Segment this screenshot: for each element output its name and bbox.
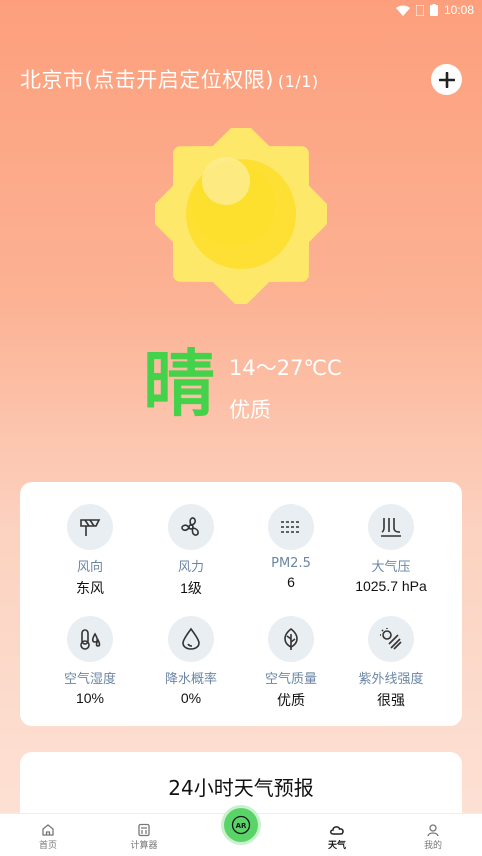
detail-label: 降水概率 xyxy=(164,672,217,687)
detail-label: 风向 xyxy=(76,560,103,575)
detail-value: 1025.7 hPa xyxy=(355,578,427,594)
status-bar: 10:08 xyxy=(0,0,482,22)
detail-label: 空气湿度 xyxy=(63,672,116,687)
location-count: (1/1) xyxy=(277,72,319,91)
detail-pm25: PM2.5 6 xyxy=(236,504,346,590)
detail-label: PM2.5 xyxy=(271,556,311,571)
plus-icon xyxy=(438,71,455,88)
home-icon xyxy=(42,824,54,836)
location-title[interactable]: 北京市(点击开启定位权限) (1/1) xyxy=(20,64,319,94)
detail-label: 风力 xyxy=(177,560,204,575)
tab-weather[interactable]: 天气 xyxy=(307,822,367,851)
leaf-icon xyxy=(268,616,314,662)
haze-icon xyxy=(268,504,314,550)
ar-button[interactable]: AR xyxy=(224,808,258,842)
tab-label: 天气 xyxy=(327,841,346,851)
calculator-icon xyxy=(138,823,150,837)
detail-precipitation: 降水概率 0% xyxy=(136,616,246,706)
detail-value: 10% xyxy=(75,690,105,706)
air-quality-summary: 优质 xyxy=(229,398,271,422)
detail-label: 空气质量 xyxy=(264,672,317,687)
detail-label: 紫外线强度 xyxy=(358,672,424,687)
uv-icon xyxy=(368,616,414,662)
signal-icon xyxy=(415,4,424,16)
detail-value: 优质 xyxy=(277,692,305,708)
detail-uv: 紫外线强度 很强 xyxy=(336,616,446,710)
detail-pressure: 大气压 1025.7 hPa xyxy=(336,504,446,594)
sun-icon xyxy=(155,128,327,304)
location-label: 北京市(点击开启定位权限) xyxy=(20,68,274,92)
add-city-button[interactable] xyxy=(431,64,462,95)
user-icon xyxy=(427,824,439,837)
cloud-icon xyxy=(330,826,344,835)
droplet-icon xyxy=(168,616,214,662)
wind-direction-icon xyxy=(67,504,113,550)
detail-wind-direction: 风向 东风 xyxy=(35,504,145,598)
detail-value: 0% xyxy=(180,690,202,706)
battery-icon xyxy=(429,4,438,16)
detail-label: 大气压 xyxy=(371,560,411,575)
tab-mine[interactable]: 我的 xyxy=(403,822,463,851)
weather-details-card: 风向 东风 风力 1级 PM2.5 6 大气压 1025.7 hPa 空气湿度 … xyxy=(20,482,462,726)
detail-humidity: 空气湿度 10% xyxy=(35,616,145,706)
tab-label: 我的 xyxy=(423,841,442,851)
detail-value: 很强 xyxy=(377,692,405,708)
tab-home[interactable]: 首页 xyxy=(18,822,78,851)
wifi-icon xyxy=(395,5,410,16)
detail-value: 1级 xyxy=(180,580,202,596)
temperature-range: 14～27℃C xyxy=(229,356,342,380)
detail-value: 东风 xyxy=(76,580,104,596)
detail-value: 6 xyxy=(287,574,295,590)
status-time: 10:08 xyxy=(443,3,474,17)
tab-calculator[interactable]: 计算器 xyxy=(114,822,174,851)
ar-icon-label: AR xyxy=(236,822,247,830)
forecast-title: 24小时天气预报 xyxy=(168,776,314,800)
fan-icon xyxy=(168,504,214,550)
humidity-icon xyxy=(67,616,113,662)
ar-icon: AR xyxy=(231,815,251,835)
pressure-icon xyxy=(368,504,414,550)
detail-air-quality: 空气质量 优质 xyxy=(236,616,346,710)
tab-label: 计算器 xyxy=(130,841,158,851)
tab-label: 首页 xyxy=(38,841,57,851)
status-icons: 10:08 xyxy=(395,3,474,17)
weather-condition: 晴 xyxy=(143,342,216,426)
detail-wind-force: 风力 1级 xyxy=(136,504,246,598)
